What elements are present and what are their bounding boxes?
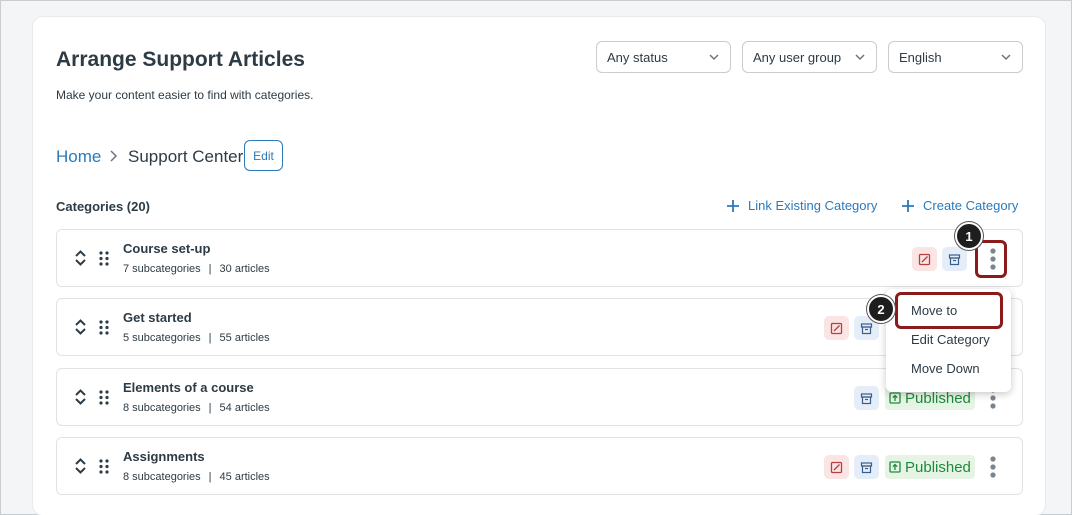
menu-item-move-down[interactable]: Move Down (911, 361, 980, 376)
category-name[interactable]: Get started (123, 310, 192, 325)
category-meta: 7 subcategories | 30 articles (123, 263, 270, 275)
draft-chip (912, 247, 937, 271)
status-filter-select[interactable]: Any status (596, 41, 731, 73)
kebab-menu-icon[interactable] (988, 453, 998, 481)
published-icon (889, 461, 901, 473)
category-meta: 8 subcategories | 45 articles (123, 471, 270, 483)
status-filter-value: Any status (607, 49, 668, 65)
chevron-down-icon (709, 54, 719, 61)
language-filter-value: English (899, 49, 942, 65)
category-name[interactable]: Assignments (123, 449, 205, 464)
chevron-down-icon (1001, 54, 1011, 61)
article-count: 45 articles (219, 471, 270, 483)
create-category-button[interactable]: Create Category (901, 198, 1018, 213)
drag-handle-icon[interactable] (99, 390, 109, 405)
sort-arrows-icon[interactable] (74, 457, 87, 475)
page-title: Arrange Support Articles (56, 48, 305, 71)
user-group-filter-select[interactable]: Any user group (742, 41, 877, 73)
sort-arrows-icon[interactable] (74, 249, 87, 267)
archive-icon (860, 392, 873, 404)
subcategory-count: 7 subcategories (123, 263, 201, 275)
category-card[interactable]: Assignments 8 subcategories | 45 articles … (56, 437, 1023, 495)
archive-chip (854, 455, 879, 479)
move-to-highlight (895, 292, 1003, 329)
edit-draft-icon (918, 253, 931, 265)
subcategory-count: 5 subcategories (123, 332, 201, 344)
archive-chip (942, 247, 967, 271)
chevron-down-icon (855, 54, 865, 61)
chevron-right-icon (110, 150, 118, 162)
category-name[interactable]: Elements of a course (123, 380, 254, 395)
draft-chip (824, 455, 849, 479)
link-existing-category-label: Link Existing Category (748, 198, 878, 213)
archive-icon (860, 461, 873, 473)
category-card[interactable]: Course set-up 7 subcategories | 30 article… (56, 229, 1023, 287)
language-filter-select[interactable]: English (888, 41, 1023, 73)
archive-icon (860, 322, 873, 334)
menu-item-edit-category[interactable]: Edit Category (911, 332, 990, 347)
archive-icon (948, 253, 961, 265)
sort-arrows-icon[interactable] (74, 388, 87, 406)
draft-chip (824, 316, 849, 340)
status-label: Published (905, 458, 971, 476)
drag-handle-icon[interactable] (99, 251, 109, 266)
article-count: 30 articles (219, 263, 270, 275)
edit-draft-icon (830, 322, 843, 334)
sort-arrows-icon[interactable] (74, 318, 87, 336)
create-category-label: Create Category (923, 198, 1019, 213)
plus-icon (902, 199, 914, 212)
breadcrumb-home-link[interactable]: Home (56, 147, 101, 167)
drag-handle-icon[interactable] (99, 459, 109, 474)
category-meta: 8 subcategories | 54 articles (123, 402, 270, 414)
archive-chip (854, 386, 879, 410)
user-group-filter-value: Any user group (753, 49, 842, 65)
edit-button[interactable]: Edit (244, 140, 283, 171)
category-meta: 5 subcategories | 55 articles (123, 332, 270, 344)
drag-handle-icon[interactable] (99, 320, 109, 335)
plus-icon (727, 199, 739, 212)
categories-count: Categories (20) (56, 199, 150, 214)
edit-draft-icon (830, 461, 843, 473)
category-name[interactable]: Course set-up (123, 241, 210, 256)
link-existing-category-button[interactable]: Link Existing Category (726, 198, 877, 213)
status-label: Published (905, 389, 971, 407)
article-count: 55 articles (219, 332, 270, 344)
kebab-highlight (975, 240, 1007, 278)
breadcrumb-current: Support Center (128, 147, 244, 166)
subcategory-count: 8 subcategories (123, 402, 201, 414)
category-card[interactable]: Elements of a course 8 subcategories | 54 … (56, 368, 1023, 426)
callout-step-1: 1 (955, 222, 983, 250)
status-badge: Published (885, 455, 975, 479)
article-count: 54 articles (219, 402, 270, 414)
published-icon (889, 392, 901, 404)
subcategory-count: 8 subcategories (123, 471, 201, 483)
page-subtitle: Make your content easier to find with ca… (56, 88, 314, 102)
callout-step-2: 2 (867, 295, 895, 323)
